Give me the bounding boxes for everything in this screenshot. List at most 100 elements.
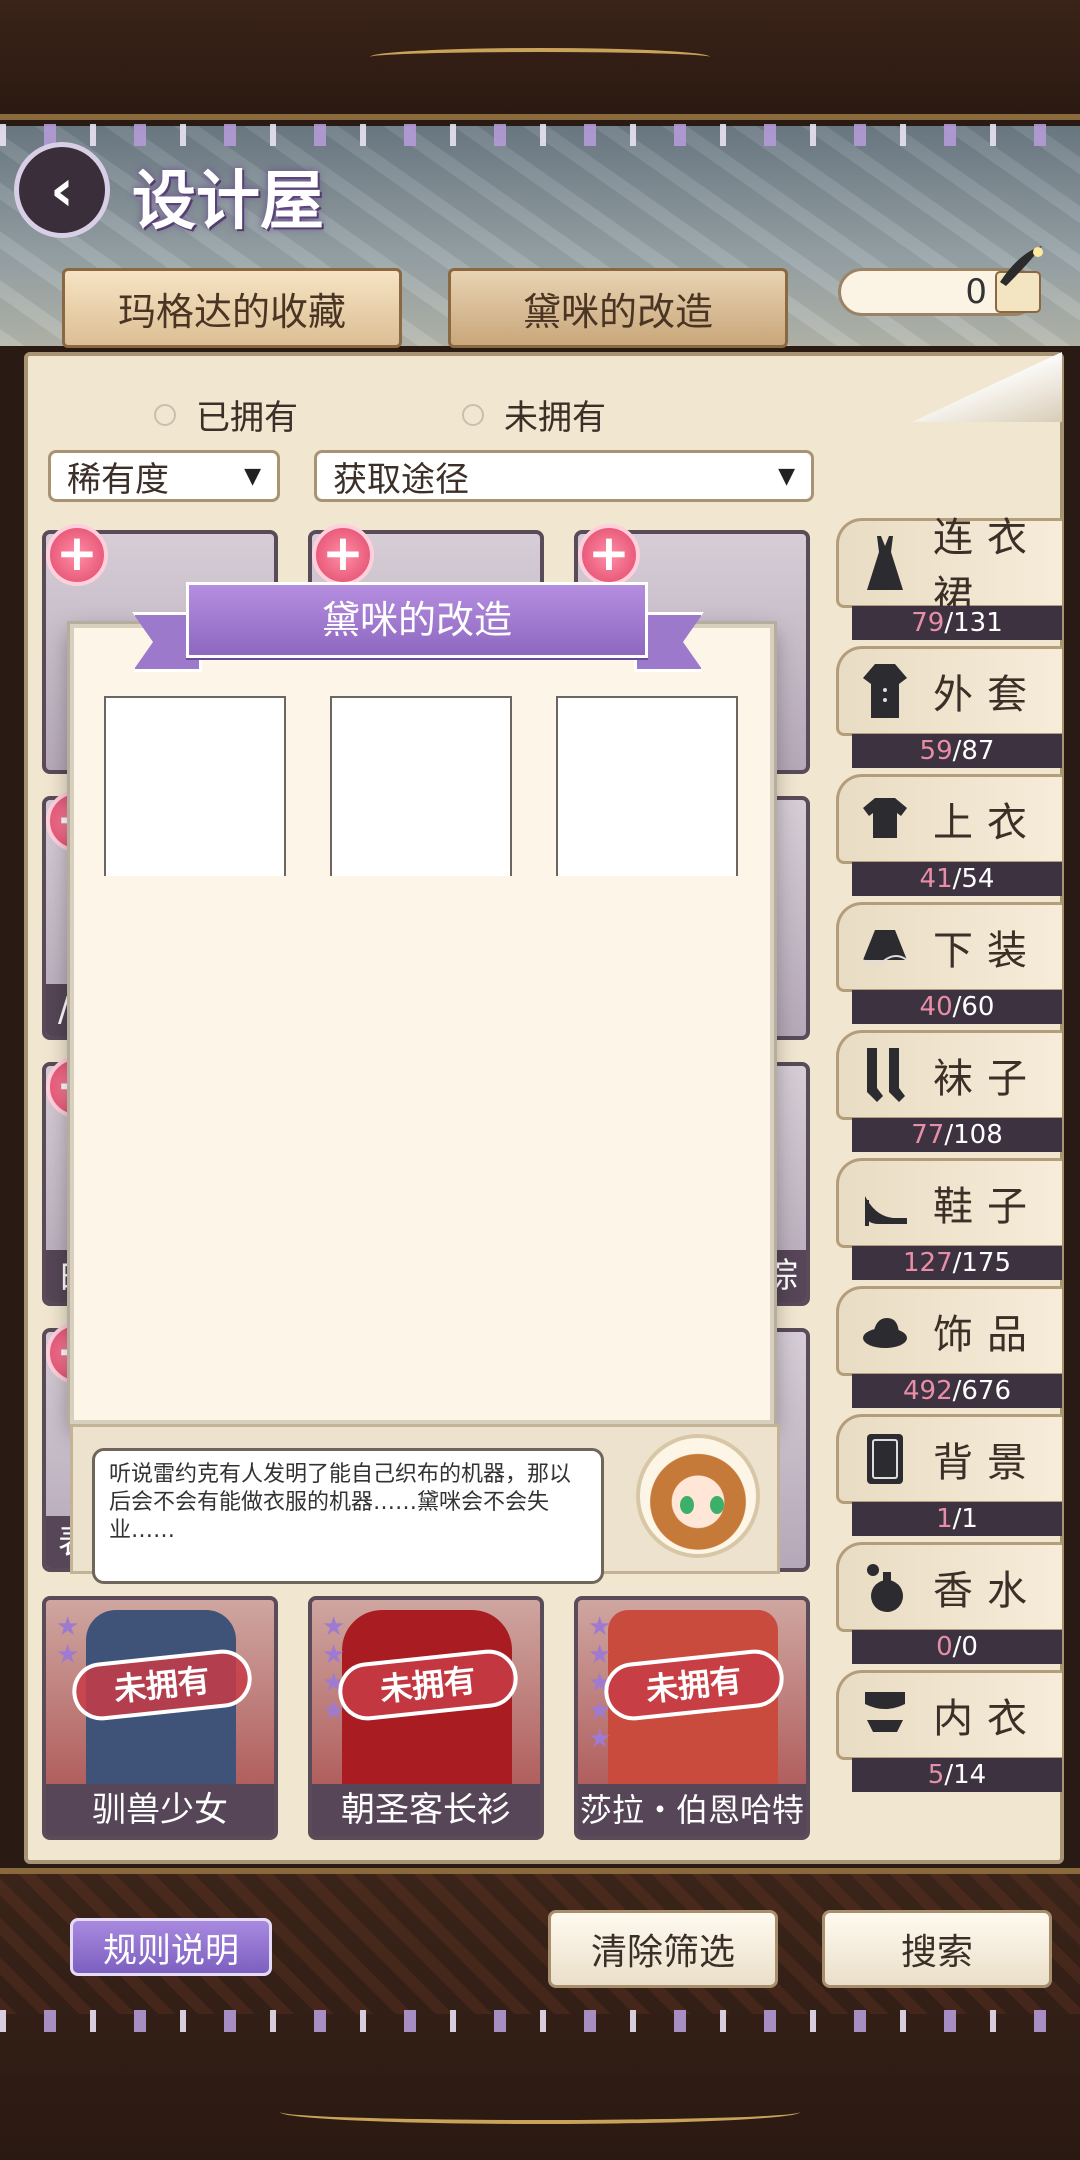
total-count: /60	[952, 992, 995, 1022]
source-dropdown-label: 获取途径	[333, 459, 469, 500]
total-count: /175	[952, 1248, 1012, 1278]
total-count: /87	[952, 736, 995, 766]
skirt-icon	[861, 917, 909, 977]
category-label: 上衣	[933, 800, 1041, 846]
quill-scroll-icon[interactable]	[990, 242, 1046, 322]
total-count: /14	[944, 1760, 987, 1790]
modal-title: 黛咪的改造	[186, 582, 648, 658]
dropdown-arrow-icon: ▼	[244, 463, 261, 489]
category-top[interactable]: 上衣	[836, 774, 1062, 864]
page-title: 设计屋	[132, 164, 324, 239]
category-label: 袜子	[933, 1056, 1041, 1102]
category-label: 鞋子	[933, 1184, 1041, 1230]
star-icon: ★	[588, 1640, 612, 1670]
star-icon: ★	[322, 1640, 346, 1670]
owned-count: 79	[911, 608, 945, 638]
clear-filter-button[interactable]: 清除筛选	[548, 1910, 778, 1988]
filter-not-owned-label: 未拥有	[504, 398, 606, 438]
filter-not-owned[interactable]: 未拥有	[462, 390, 606, 439]
avatar-eye	[680, 1496, 694, 1514]
total-count: /131	[944, 608, 1003, 638]
star-icon: ★	[588, 1612, 612, 1642]
radio-dot	[154, 403, 176, 426]
category-count: 492/676	[852, 1374, 1062, 1408]
owned-count: 127	[902, 1248, 953, 1278]
back-button[interactable]: ‹	[14, 142, 110, 238]
category-label: 饰品	[933, 1312, 1041, 1358]
plus-icon[interactable]: +	[312, 524, 374, 586]
category-background[interactable]: 背景	[836, 1414, 1062, 1504]
star-icon: ★	[56, 1640, 80, 1670]
total-count: /54	[952, 864, 995, 894]
category-count: 41/54	[852, 862, 1062, 896]
perfume-icon	[861, 1557, 909, 1617]
category-dress[interactable]: 连衣裙	[836, 515, 1062, 619]
gold-flourish	[280, 2100, 800, 2124]
demi-avatar	[636, 1434, 760, 1558]
radio-dot	[462, 403, 484, 426]
category-perfume[interactable]: 香水	[836, 1542, 1062, 1632]
owned-count: 41	[919, 864, 953, 894]
owned-count: 0	[936, 1632, 953, 1662]
heel-icon	[861, 1173, 909, 1233]
gold-flourish	[370, 48, 710, 66]
category-lingerie[interactable]: 内衣	[836, 1670, 1062, 1760]
total-count: /108	[944, 1120, 1003, 1150]
dialogue-text: 听说雷约克有人发明了能自己织布的机器，那以后会不会有能做衣服的机器……黛咪会不会…	[92, 1448, 604, 1584]
owned-count: 492	[902, 1376, 953, 1406]
category-shoes[interactable]: 鞋子	[836, 1158, 1062, 1248]
item-card-beast-tamer[interactable]: ★ ★ 未拥有 驯兽少女	[42, 1596, 278, 1840]
filter-owned[interactable]: 已拥有	[154, 390, 298, 439]
category-count: 5/14	[852, 1758, 1062, 1792]
filter-owned-label: 已拥有	[196, 398, 298, 438]
remake-slot[interactable]	[556, 696, 738, 876]
card-label: 朝圣客长衫	[312, 1784, 540, 1836]
top-icon	[861, 789, 909, 849]
category-count: 77/108	[852, 1118, 1062, 1152]
rarity-dropdown-label: 稀有度	[67, 459, 169, 500]
star-icon: ★	[322, 1612, 346, 1642]
top-ornament	[0, 0, 1080, 120]
item-card-pilgrim-robe[interactable]: ★ ★ ★ ★ 未拥有 朝圣客长衫	[308, 1596, 544, 1840]
plus-icon[interactable]: +	[46, 524, 108, 586]
rules-button[interactable]: 规则说明	[70, 1918, 272, 1976]
category-count: 59/87	[852, 734, 1062, 768]
category-accessories[interactable]: 饰品	[836, 1286, 1062, 1376]
category-label: 下装	[933, 928, 1041, 974]
rarity-dropdown[interactable]: 稀有度 ▼	[48, 450, 280, 502]
owned-count: 77	[911, 1120, 945, 1150]
category-bottoms[interactable]: 下装	[836, 902, 1062, 992]
remake-slot[interactable]	[104, 696, 286, 876]
category-count: 40/60	[852, 990, 1062, 1024]
owned-count: 1	[936, 1504, 953, 1534]
category-label: 香水	[933, 1568, 1041, 1614]
search-button[interactable]: 搜索	[822, 1910, 1052, 1988]
flower-vine-top	[0, 124, 1080, 146]
total-count: /1	[952, 1504, 978, 1534]
plus-icon[interactable]: +	[578, 524, 640, 586]
category-count: 0/0	[852, 1630, 1062, 1664]
item-card-sarah-bernhardt[interactable]: ★ ★ ★ ★ ★ 未拥有 莎拉・伯恩哈特	[574, 1596, 810, 1840]
total-count: /0	[952, 1632, 978, 1662]
background-icon	[861, 1429, 909, 1489]
socks-icon	[861, 1045, 909, 1105]
category-label: 外套	[933, 672, 1041, 718]
dropdown-arrow-icon: ▼	[778, 463, 795, 489]
tab-demi-remake[interactable]: 黛咪的改造	[448, 268, 788, 348]
category-coat[interactable]: 外套	[836, 646, 1062, 736]
category-socks[interactable]: 袜子	[836, 1030, 1062, 1120]
lingerie-icon	[861, 1685, 909, 1745]
remake-slot[interactable]	[330, 696, 512, 876]
owned-count: 40	[919, 992, 953, 1022]
avatar-eye	[710, 1496, 724, 1514]
back-arrow-icon: ‹	[50, 156, 74, 224]
card-label: 驯兽少女	[46, 1784, 274, 1836]
category-label: 连衣裙	[933, 515, 1041, 619]
hat-icon	[861, 1301, 909, 1361]
source-dropdown[interactable]: 获取途径 ▼	[314, 450, 814, 502]
tab-magda-collection[interactable]: 玛格达的收藏	[62, 268, 402, 348]
category-count: 79/131	[852, 606, 1062, 640]
category-label: 内衣	[933, 1696, 1041, 1742]
category-count: 127/175	[852, 1246, 1062, 1280]
star-icon: ★	[56, 1612, 80, 1642]
